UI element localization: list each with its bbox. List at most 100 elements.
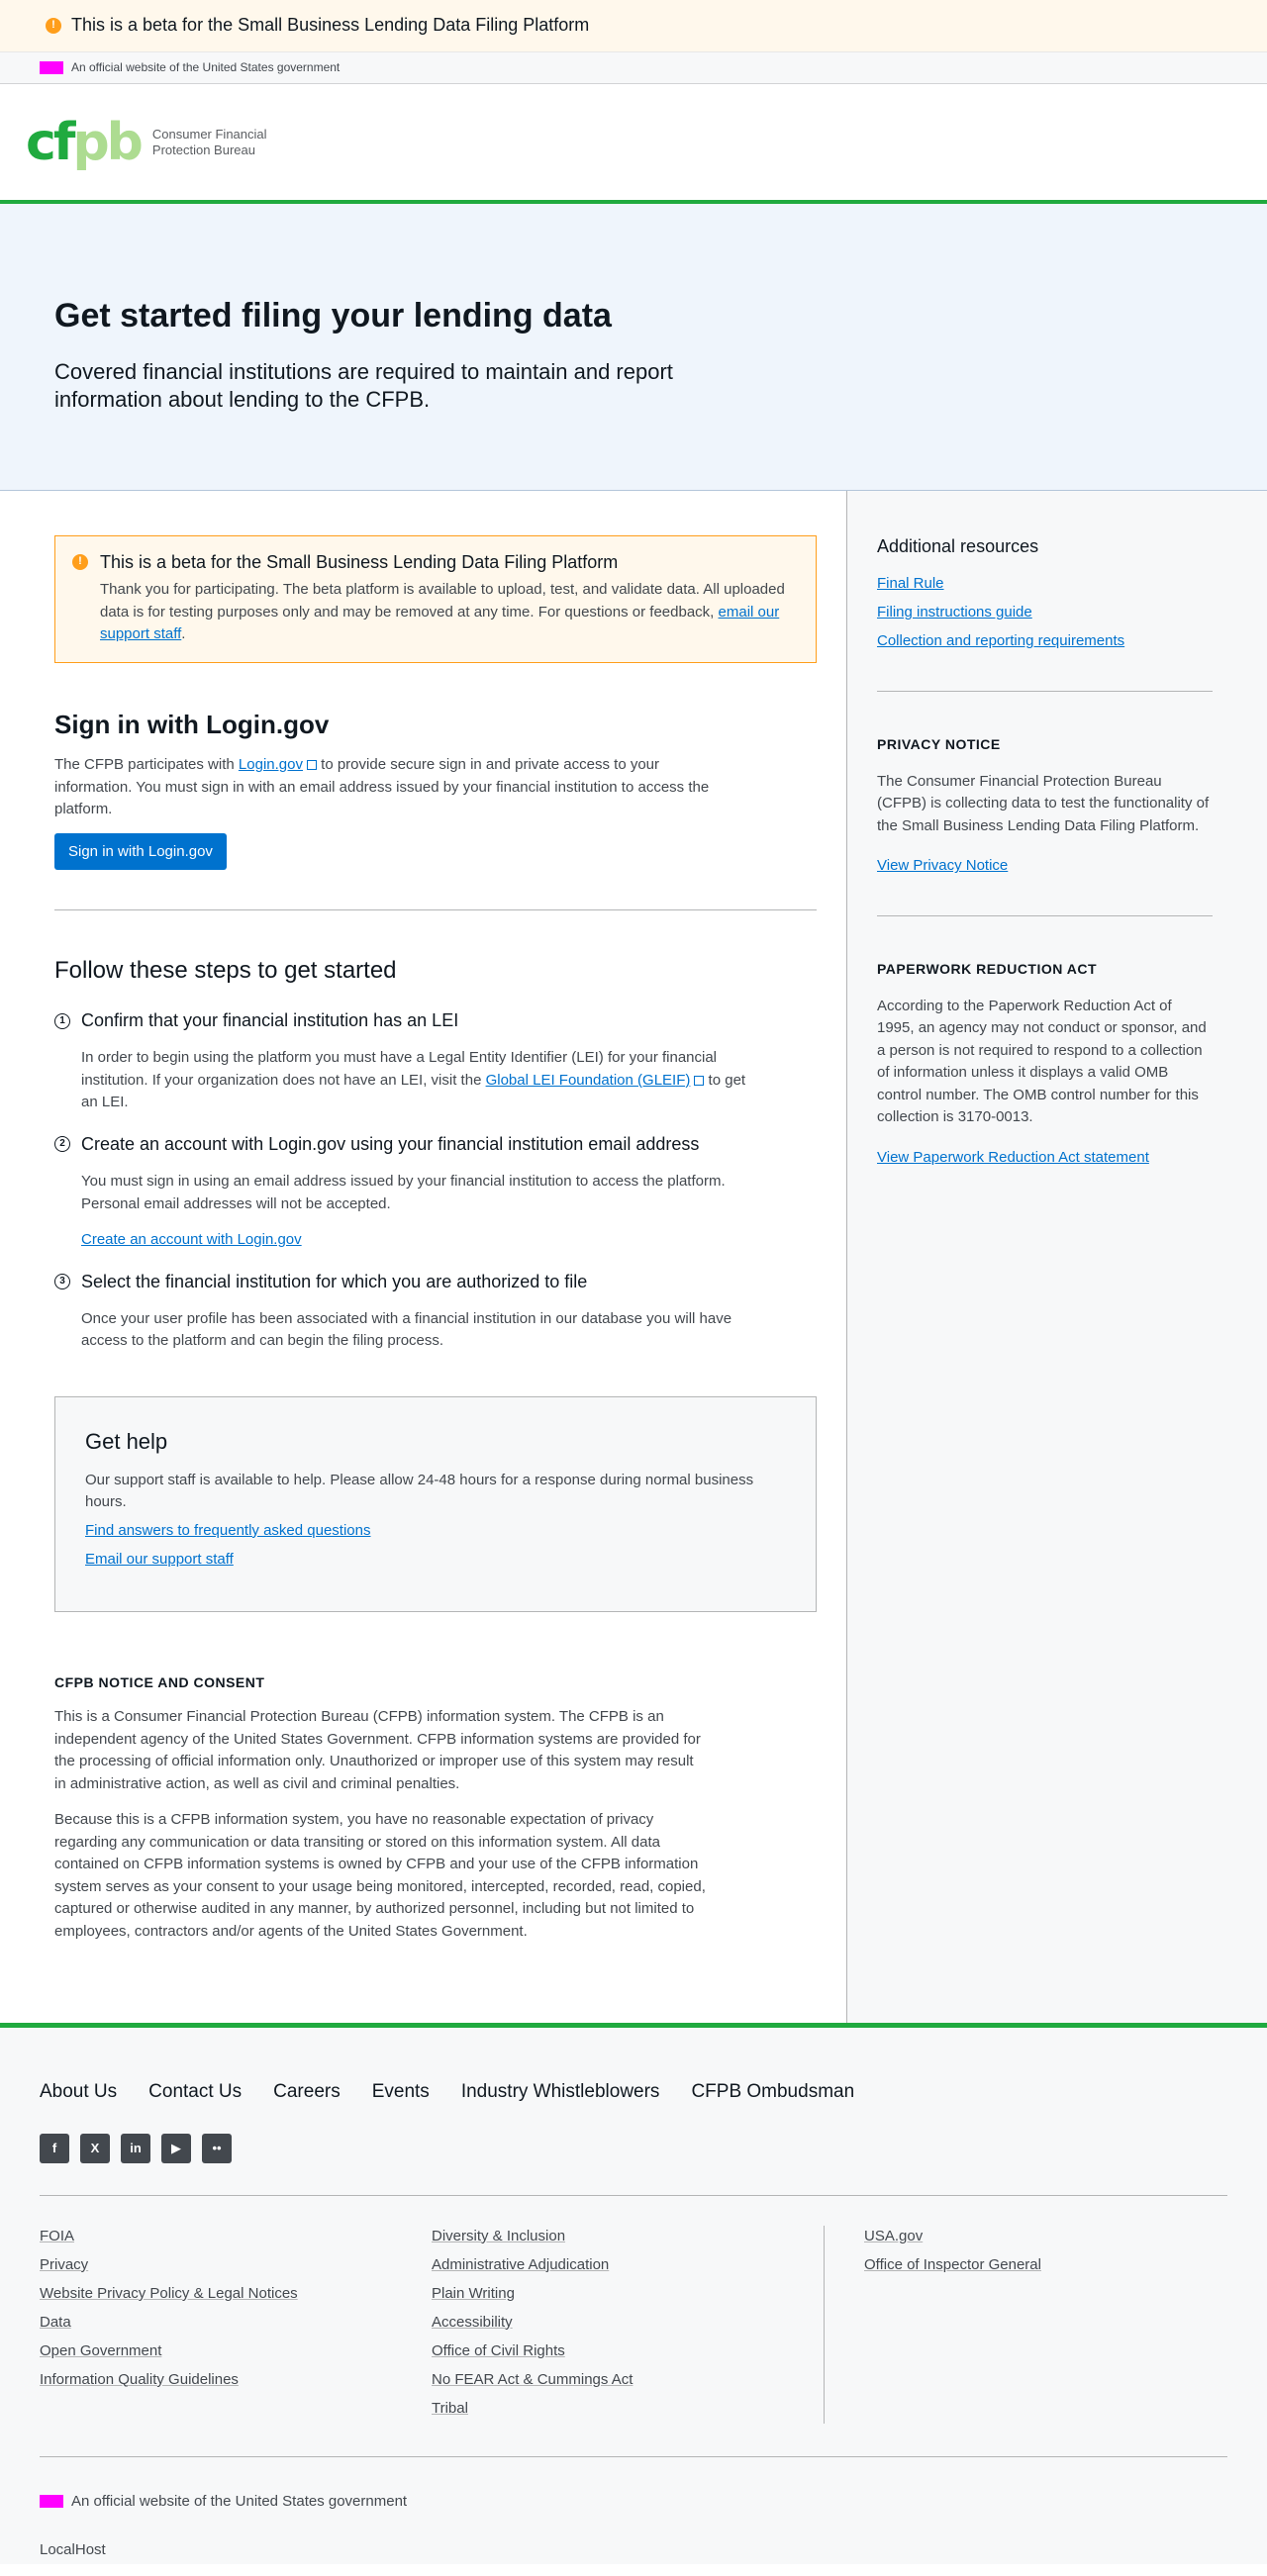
x-icon[interactable]: X xyxy=(80,2133,110,2163)
footer-link[interactable]: Open Government xyxy=(40,2340,432,2361)
faq-link[interactable]: Find answers to frequently asked questio… xyxy=(85,1520,786,1541)
footer-link[interactable]: Tribal xyxy=(432,2398,824,2419)
privacy-text: The Consumer Financial Protection Bureau… xyxy=(877,772,1210,834)
alert-text: Thank you for participating. The beta pl… xyxy=(100,579,798,646)
content: ! This is a beta for the Small Business … xyxy=(0,491,1267,2028)
final-rule-link[interactable]: Final Rule xyxy=(877,573,1213,594)
alert-body: Thank you for participating. The beta pl… xyxy=(100,581,785,620)
beta-alert: ! This is a beta for the Small Business … xyxy=(54,535,817,663)
footer-link[interactable]: FOIA xyxy=(40,2226,432,2246)
footer-link[interactable]: Plain Writing xyxy=(432,2283,824,2304)
warning-icon: ! xyxy=(72,554,88,570)
footer-link[interactable]: Administrative Adjudication xyxy=(432,2254,824,2275)
divider xyxy=(40,2455,1227,2457)
step-2: 2 Create an account with Login.gov using … xyxy=(54,1132,846,1252)
filing-guide-link[interactable]: Filing instructions guide xyxy=(877,602,1213,622)
collection-requirements-link[interactable]: Collection and reporting requirements xyxy=(877,630,1213,651)
footer-nav: About Us Contact Us Careers Events Indus… xyxy=(40,2079,1227,2106)
footer-nav-contact[interactable]: Contact Us xyxy=(148,2079,242,2106)
footer: About Us Contact Us Careers Events Indus… xyxy=(0,2028,1267,2564)
alert-end: . xyxy=(181,625,186,643)
footer-link-usagov[interactable]: USA.gov xyxy=(864,2226,1216,2246)
us-flag-icon xyxy=(40,2494,63,2508)
hero-lead: Covered financial institutions are requi… xyxy=(54,358,673,413)
step-body: Once your user profile has been associat… xyxy=(81,1309,732,1350)
divider xyxy=(877,915,1213,917)
footer-official-text: An official website of the United States… xyxy=(71,2492,408,2510)
social-links: f X in ▶ •• xyxy=(40,2133,1227,2163)
footer-nav-whistleblowers[interactable]: Industry Whistleblowers xyxy=(461,2079,660,2106)
beta-banner: ! This is a beta for the Small Business … xyxy=(0,0,1267,52)
alert-title: This is a beta for the Small Business Le… xyxy=(100,552,619,572)
host-label: LocalHost xyxy=(40,2540,106,2558)
footer-link[interactable]: Website Privacy Policy & Legal Notices xyxy=(40,2283,432,2304)
footer-link[interactable]: Privacy xyxy=(40,2254,432,2275)
gov-banner: An official website of the United States… xyxy=(0,52,1267,84)
linkedin-icon[interactable]: in xyxy=(121,2133,150,2163)
pra-statement-link[interactable]: View Paperwork Reduction Act statement xyxy=(877,1147,1213,1168)
footer-link[interactable]: Data xyxy=(40,2312,432,2333)
logo-mark-cf: cf xyxy=(26,112,75,172)
footer-link[interactable]: Information Quality Guidelines xyxy=(40,2369,432,2390)
signin-button[interactable]: Sign in with Login.gov xyxy=(54,832,227,870)
resources-title: Additional resources xyxy=(877,536,1039,556)
external-link-icon xyxy=(306,760,317,771)
steps-title: Follow these steps to get started xyxy=(54,956,397,984)
notice-paragraph: Because this is a CFPB information syste… xyxy=(54,1811,706,1940)
signin-text: The CFPB participates with Login.gov to … xyxy=(54,754,728,821)
us-flag-icon xyxy=(40,61,63,74)
flickr-icon[interactable]: •• xyxy=(202,2133,232,2163)
footer-nav-ombudsman[interactable]: CFPB Ombudsman xyxy=(691,2079,854,2106)
help-box: Get help Our support staff is available … xyxy=(54,1395,817,1612)
facebook-icon[interactable]: f xyxy=(40,2133,69,2163)
step-title: Create an account with Login.gov using y… xyxy=(81,1133,700,1154)
logo-text: Consumer Financial Protection Bureau xyxy=(152,127,267,157)
gov-banner-text: An official website of the United States… xyxy=(71,60,341,75)
cfpb-logo[interactable]: cfpb Consumer Financial Protection Burea… xyxy=(26,117,267,168)
help-title: Get help xyxy=(85,1428,168,1454)
footer-link[interactable]: Accessibility xyxy=(432,2312,824,2333)
footer-col-3: USA.gov Office of Inspector General xyxy=(824,2225,1216,2424)
warning-icon: ! xyxy=(46,18,61,34)
logo-text-line-2: Protection Bureau xyxy=(151,142,255,157)
footer-nav-careers[interactable]: Careers xyxy=(273,2079,341,2106)
notice-paragraph: This is a Consumer Financial Protection … xyxy=(54,1708,701,1792)
divider xyxy=(40,2194,1227,2196)
footer-col-2: Diversity & Inclusion Administrative Adj… xyxy=(432,2226,824,2427)
logingov-link[interactable]: Login.gov xyxy=(239,756,303,773)
youtube-icon[interactable]: ▶ xyxy=(161,2133,191,2163)
privacy-notice-link[interactable]: View Privacy Notice xyxy=(877,855,1213,876)
step-title: Select the financial institution for whi… xyxy=(81,1271,588,1291)
hero: Get started filing your lending data Cov… xyxy=(0,204,1267,491)
footer-link-oig[interactable]: Office of Inspector General xyxy=(864,2254,1216,2275)
logo-mark: cfpb xyxy=(26,117,144,168)
logo-mark-pb: pb xyxy=(72,112,143,172)
footer-links: FOIA Privacy Website Privacy Policy & Le… xyxy=(40,2225,1227,2427)
notice-section: CFPB NOTICE AND CONSENT This is a Consum… xyxy=(54,1673,846,1944)
footer-nav-events[interactable]: Events xyxy=(372,2079,430,2106)
step-text: You must sign in using an email address … xyxy=(81,1173,726,1212)
resources-block: Additional resources Final Rule Filing i… xyxy=(877,534,1213,651)
footer-official: An official website of the United States… xyxy=(40,2491,1227,2512)
signin-title: Sign in with Login.gov xyxy=(54,709,330,739)
pra-block: PAPERWORK REDUCTION ACT According to the… xyxy=(877,960,1213,1168)
beta-banner-text: This is a beta for the Small Business Le… xyxy=(71,15,590,36)
step-number-icon: 3 xyxy=(54,1274,70,1290)
footer-nav-about[interactable]: About Us xyxy=(40,2079,117,2106)
gleif-link[interactable]: Global LEI Foundation (GLEIF) xyxy=(486,1072,691,1089)
email-support-link[interactable]: Email our support staff xyxy=(85,1549,786,1570)
step-title: Confirm that your financial institution … xyxy=(81,1010,459,1031)
main-column: ! This is a beta for the Small Business … xyxy=(0,491,846,2023)
help-text: Our support staff is available to help. … xyxy=(85,1471,754,1511)
notice-title: CFPB NOTICE AND CONSENT xyxy=(54,1673,265,1690)
divider xyxy=(54,908,817,910)
footer-link[interactable]: Office of Civil Rights xyxy=(432,2340,824,2361)
step-number-icon: 1 xyxy=(54,1012,70,1029)
footer-link[interactable]: Diversity & Inclusion xyxy=(432,2226,824,2246)
divider xyxy=(877,691,1213,693)
step-body: You must sign in using an email address … xyxy=(54,1171,747,1252)
create-account-link[interactable]: Create an account with Login.gov xyxy=(81,1229,302,1252)
pra-text: According to the Paperwork Reduction Act… xyxy=(877,997,1207,1126)
footer-link[interactable]: No FEAR Act & Cummings Act xyxy=(432,2369,824,2390)
signin-text-1: The CFPB participates with xyxy=(54,756,235,774)
